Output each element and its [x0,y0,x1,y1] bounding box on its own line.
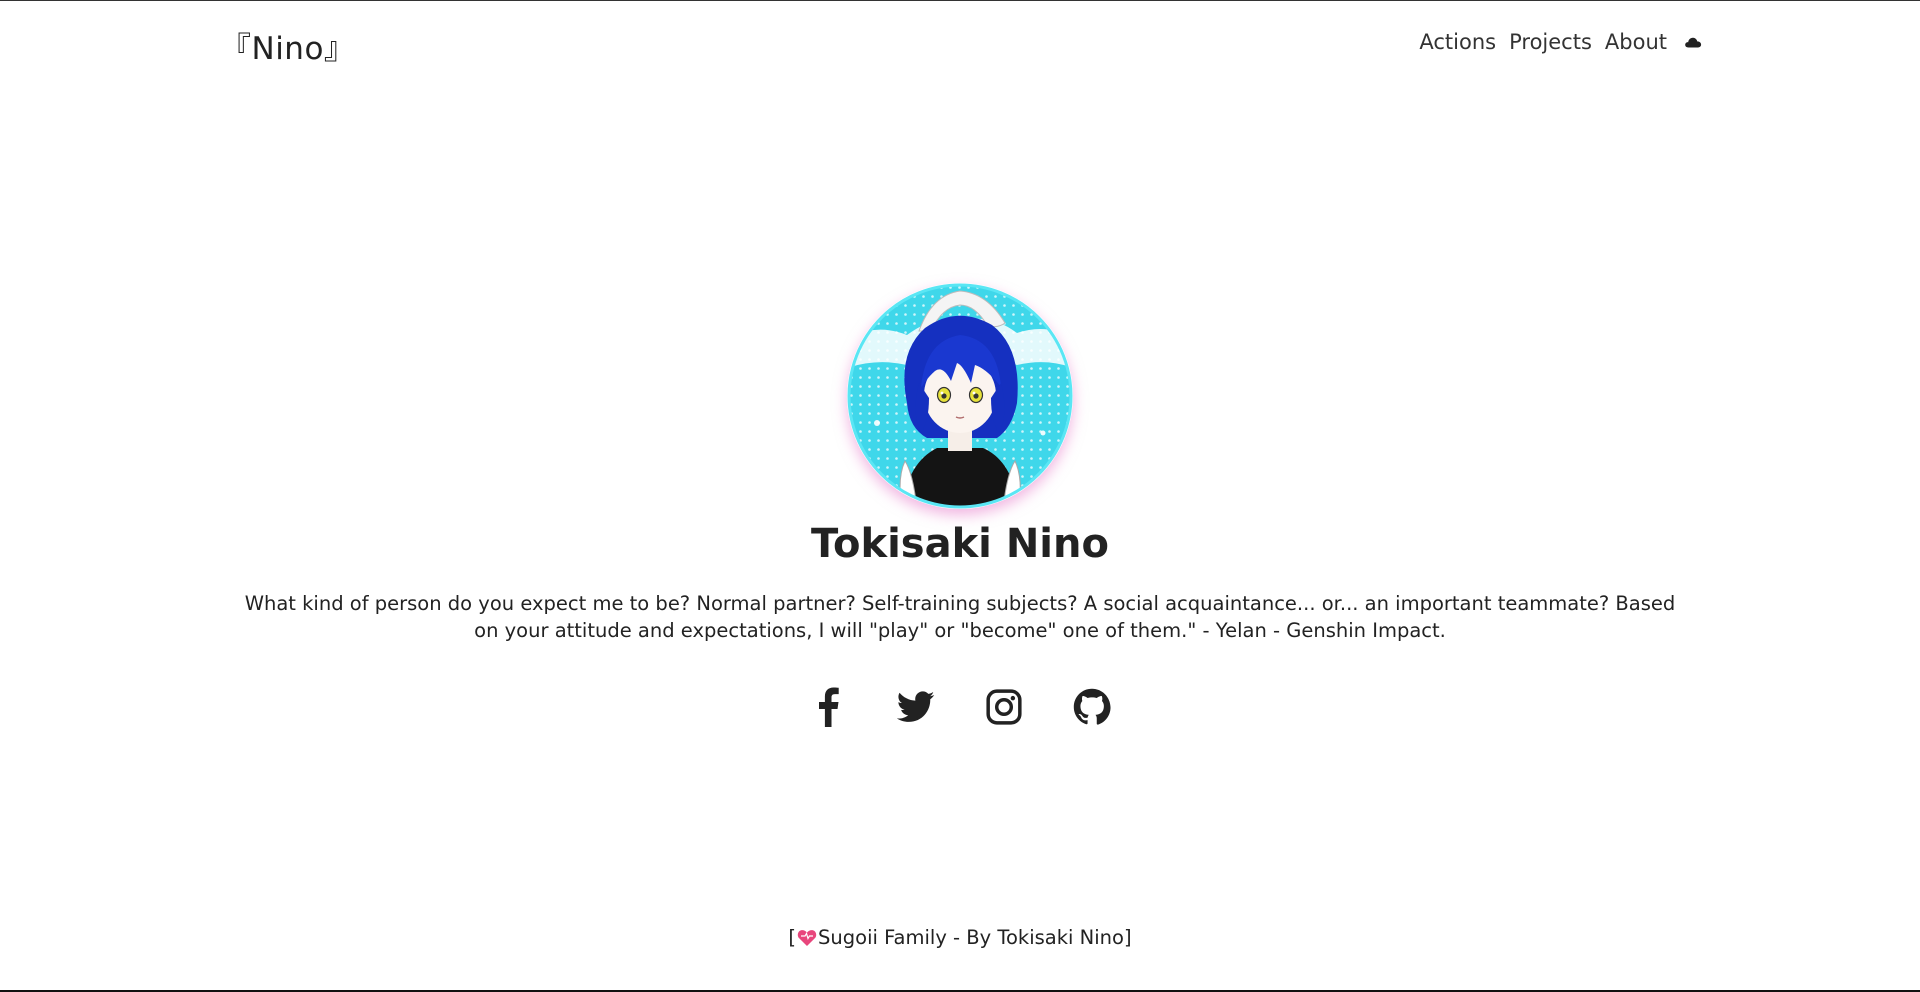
footer: [ Sugoii Family - By Tokisaki Nino] [0,926,1920,952]
profile-name: Tokisaki Nino [811,521,1109,567]
nav-projects[interactable]: Projects [1509,30,1592,54]
page: 『Nino』 Actions Projects About Tokisaki N… [0,0,1920,992]
avatar-anime-maid [847,283,1073,509]
twitter-icon[interactable] [896,684,936,730]
nav-about[interactable]: About [1605,30,1667,54]
facebook-icon[interactable] [808,684,848,730]
nav-links: Actions Projects About [1419,30,1704,54]
footer-open-bracket: [ [788,926,797,949]
nav-actions[interactable]: Actions [1419,30,1496,54]
profile-quote: What kind of person do you expect me to … [244,592,1676,642]
github-icon[interactable] [1072,684,1112,730]
avatar [847,283,1073,509]
navbar: 『Nino』 Actions Projects About [0,1,1920,85]
instagram-icon[interactable] [984,684,1024,730]
brand-logo[interactable]: 『Nino』 [220,23,355,68]
footer-close-bracket: ] [1123,926,1132,949]
social-links [0,684,1920,730]
heart-icon [797,929,817,952]
cloud-icon[interactable] [1682,31,1704,53]
footer-text: Sugoii Family - By Tokisaki Nino [818,926,1124,949]
